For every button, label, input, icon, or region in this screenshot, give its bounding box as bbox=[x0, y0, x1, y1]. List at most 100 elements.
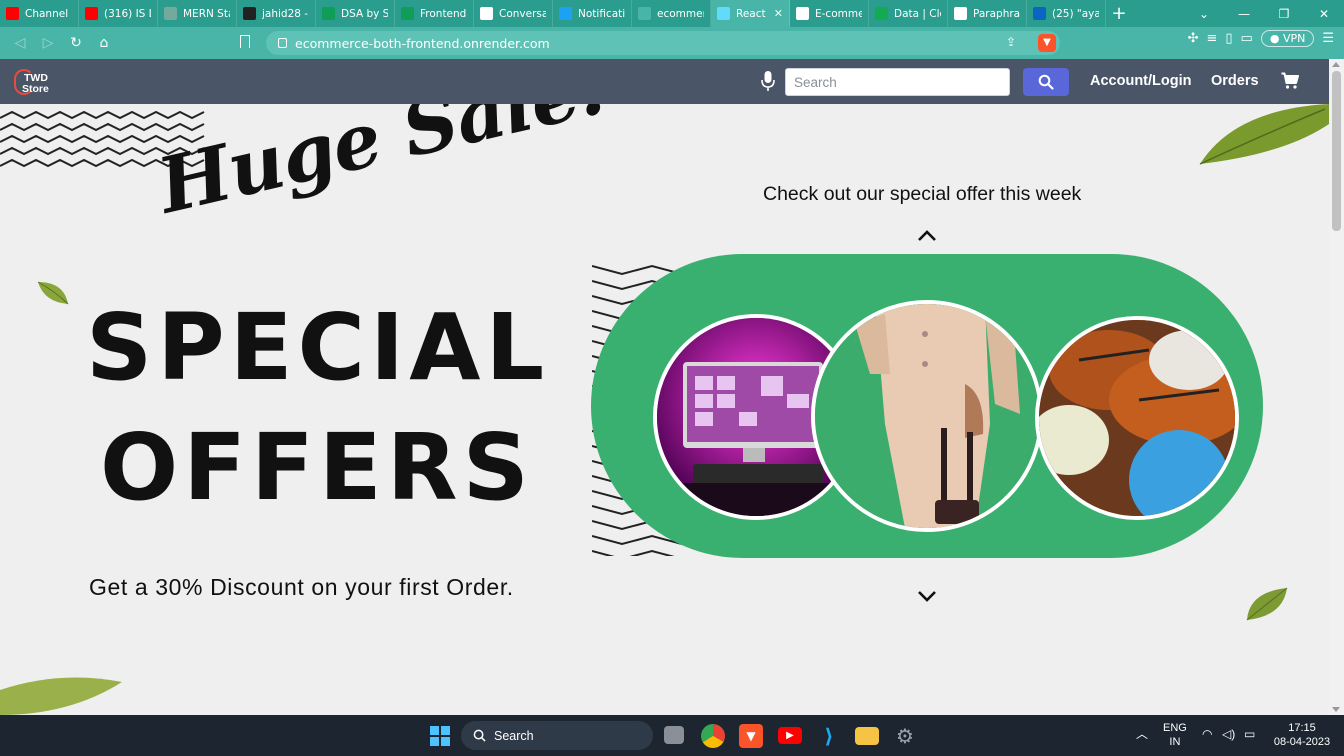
account-login-link[interactable]: Account/Login bbox=[1090, 73, 1192, 89]
site-navbar: TWD Store Account/Login Orders bbox=[0, 59, 1329, 104]
file-explorer-icon[interactable] bbox=[855, 727, 879, 745]
browser-tab[interactable]: MERN Sta bbox=[158, 0, 237, 27]
tab-title: Data | Clo bbox=[894, 7, 941, 20]
forward-icon[interactable]: ▷ bbox=[34, 30, 62, 56]
url-text: ecommerce-both-frontend.onrender.com bbox=[295, 35, 550, 51]
quill-icon bbox=[954, 7, 967, 20]
playlist-icon[interactable]: ≡ bbox=[1206, 31, 1217, 46]
clock-date: 08-04-2023 bbox=[1273, 736, 1331, 748]
tab-title: Paraphras bbox=[973, 7, 1020, 20]
back-icon[interactable]: ◁ bbox=[6, 30, 34, 56]
brave-shields-icon[interactable]: ▼ bbox=[1038, 34, 1056, 52]
leaf-decoration-left bbox=[37, 281, 69, 305]
browser-tab[interactable]: E-comme bbox=[790, 0, 869, 27]
wallet-icon[interactable]: ▭ bbox=[1241, 31, 1253, 46]
mongodb-icon bbox=[875, 7, 888, 20]
vpn-button[interactable]: ● VPN bbox=[1260, 30, 1315, 47]
sidebar-icon[interactable]: ▯ bbox=[1225, 31, 1232, 46]
brave-icon[interactable]: ▼ bbox=[739, 724, 763, 748]
browser-tab[interactable]: Notificatio bbox=[553, 0, 632, 27]
lock-icon bbox=[278, 38, 287, 48]
scroll-up-icon[interactable] bbox=[1332, 62, 1340, 67]
clock[interactable]: 17:15 08-04-2023 bbox=[1270, 721, 1334, 749]
twitter-icon bbox=[559, 7, 572, 20]
windows-start-icon[interactable] bbox=[428, 724, 452, 748]
region-code: IN bbox=[1169, 736, 1181, 748]
tray-chevron-icon[interactable]: ︿ bbox=[1136, 727, 1148, 741]
cart-icon[interactable] bbox=[1281, 72, 1299, 90]
huge-sale-title: Huge Sale! bbox=[150, 104, 618, 231]
maximize-icon[interactable]: ❐ bbox=[1264, 0, 1304, 27]
carousel-heading: Check out our special offer this week bbox=[763, 183, 1082, 205]
address-bar[interactable]: ecommerce-both-frontend.onrender.com ⇪ ▼ bbox=[266, 31, 1060, 55]
language-code: ENG bbox=[1163, 722, 1187, 734]
volume-icon[interactable]: ◁) bbox=[1222, 727, 1235, 741]
tab-title: Notificatio bbox=[578, 7, 625, 20]
browser-tab[interactable]: Data | Clo bbox=[869, 0, 948, 27]
language-indicator[interactable]: ENG IN bbox=[1163, 721, 1187, 749]
tab-title: Channel c bbox=[25, 7, 72, 20]
balls-illustration bbox=[1039, 320, 1235, 516]
close-tab-icon[interactable]: ✕ bbox=[774, 7, 783, 20]
react-icon bbox=[717, 7, 730, 20]
bookmark-icon[interactable] bbox=[240, 35, 250, 48]
tab-title: DSA by Sh bbox=[341, 7, 388, 20]
youtube-icon bbox=[6, 7, 19, 20]
youtube-app-icon[interactable]: ▶ bbox=[778, 727, 802, 744]
plus-icon bbox=[322, 7, 335, 20]
carousel-up-icon[interactable] bbox=[917, 230, 937, 242]
minimize-icon[interactable]: — bbox=[1224, 0, 1264, 27]
browser-tab[interactable]: (316) IS LI bbox=[79, 0, 158, 27]
wifi-icon[interactable]: ◠ bbox=[1202, 727, 1212, 741]
home-icon[interactable]: ⌂ bbox=[90, 30, 118, 56]
browser-tab[interactable]: ecommer bbox=[632, 0, 711, 27]
toolbar-actions: ✣ ≡ ▯ ▭ ● VPN ☰ bbox=[1188, 30, 1334, 47]
share-icon[interactable]: ⇪ bbox=[1006, 35, 1016, 49]
battery-icon[interactable]: ▭ bbox=[1244, 727, 1255, 741]
browser-tab[interactable]: React ✕ bbox=[711, 0, 790, 27]
browser-tab[interactable]: Paraphras bbox=[948, 0, 1027, 27]
orders-link[interactable]: Orders bbox=[1211, 73, 1259, 89]
w-icon bbox=[480, 7, 493, 20]
search-button[interactable] bbox=[1023, 68, 1069, 96]
windows-taskbar: Search ▼ ▶ ⟩ ⚙ ︿ ENG IN ◠ ◁) ▭ 17:15 08-… bbox=[0, 715, 1344, 756]
chrome-icon[interactable] bbox=[701, 724, 725, 748]
task-view-icon[interactable] bbox=[664, 726, 684, 744]
tab-search-icon[interactable]: ⌄ bbox=[1184, 0, 1224, 27]
search-input[interactable] bbox=[785, 68, 1010, 96]
tab-title: jahid28 - I bbox=[262, 7, 309, 20]
menu-icon[interactable]: ☰ bbox=[1322, 31, 1334, 46]
browser-tab[interactable]: Conversat bbox=[474, 0, 553, 27]
settings-icon[interactable]: ⚙ bbox=[893, 724, 917, 748]
sheet-icon bbox=[401, 7, 414, 20]
leaf-decoration-bottom-left bbox=[0, 677, 122, 715]
youtube-icon bbox=[85, 7, 98, 20]
window-controls: ⌄ — ❐ ✕ bbox=[1184, 0, 1344, 27]
browser-tab[interactable]: jahid28 - I bbox=[237, 0, 316, 27]
reload-icon[interactable]: ↻ bbox=[62, 30, 90, 56]
microphone-icon[interactable] bbox=[761, 70, 775, 92]
close-window-icon[interactable]: ✕ bbox=[1304, 0, 1344, 27]
scroll-thumb[interactable] bbox=[1332, 71, 1341, 231]
sports-balls-image[interactable] bbox=[1035, 316, 1239, 520]
tab-title: React bbox=[736, 7, 766, 20]
fashion-suit-image[interactable] bbox=[811, 300, 1043, 532]
browser-tab[interactable]: Channel c bbox=[0, 0, 79, 27]
extensions-icon[interactable]: ✣ bbox=[1188, 31, 1199, 46]
taskbar-search-icon bbox=[473, 729, 486, 742]
hero-banner: Huge Sale! SPECIAL OFFERS Get a 30% Disc… bbox=[0, 104, 1329, 715]
store-logo[interactable]: TWD Store bbox=[14, 67, 54, 99]
vscode-icon[interactable]: ⟩ bbox=[817, 724, 841, 748]
taskbar-search-label: Search bbox=[494, 728, 534, 743]
browser-tab[interactable]: DSA by Sh bbox=[316, 0, 395, 27]
browser-tab[interactable]: Frontend bbox=[395, 0, 474, 27]
new-tab-button[interactable]: + bbox=[1106, 3, 1132, 24]
scroll-down-icon[interactable] bbox=[1332, 707, 1340, 712]
taskbar-search[interactable]: Search bbox=[461, 721, 653, 750]
tab-icon bbox=[638, 7, 651, 20]
page-scrollbar[interactable] bbox=[1329, 59, 1344, 715]
carousel-down-icon[interactable] bbox=[917, 590, 937, 602]
discount-text: Get a 30% Discount on your first Order. bbox=[89, 574, 514, 600]
browser-tab[interactable]: (25) "ayan bbox=[1027, 0, 1106, 27]
offers-headline: OFFERS bbox=[100, 414, 534, 521]
